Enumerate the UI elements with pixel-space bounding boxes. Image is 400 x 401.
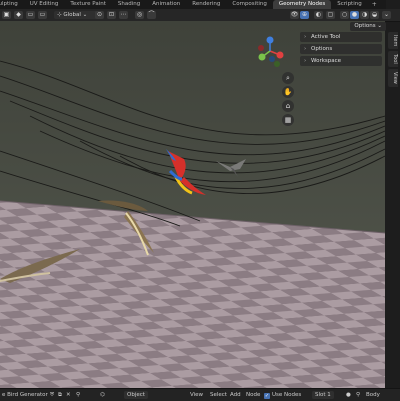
chevron-right-icon: ›	[304, 46, 307, 52]
options-label: Options	[354, 23, 376, 29]
shading-solid-icon[interactable]: ●	[350, 11, 359, 19]
copy-icon[interactable]: ⧉	[58, 391, 62, 399]
box-extend-icon[interactable]: ▭	[38, 11, 47, 19]
workspace-tab-texture-paint[interactable]: Texture Paint	[64, 0, 112, 9]
zoom-icon[interactable]: ⌕	[282, 72, 294, 84]
panel-options[interactable]: › Options	[300, 44, 382, 54]
options-dropdown[interactable]: Options ⌄	[350, 22, 386, 31]
3d-viewport[interactable]: ⌕ ✋ ⌂ ▦	[0, 21, 385, 388]
shading-rendered-icon[interactable]: ◒	[370, 11, 379, 19]
grid-view-icon[interactable]: ▦	[282, 114, 294, 126]
xray-icon[interactable]: ▢	[326, 11, 335, 19]
object-mode-dropdown[interactable]: Object	[124, 391, 148, 399]
workspace-tab-scripting[interactable]: Scripting	[331, 0, 367, 9]
checkmark-icon: ✓	[264, 393, 270, 399]
use-nodes-checkbox[interactable]: ✓ Use Nodes	[264, 391, 301, 399]
pin-icon[interactable]: ⚲	[356, 391, 360, 399]
orientation-label: Global	[63, 12, 81, 18]
checker-floor	[0, 201, 385, 388]
pan-hand-icon[interactable]: ✋	[282, 86, 294, 98]
add-workspace-button[interactable]: +	[368, 1, 381, 8]
box-select-icon[interactable]: ▭	[26, 11, 35, 19]
falloff-icon[interactable]: ⌒	[147, 11, 156, 19]
overlay-icon[interactable]: ◐	[314, 11, 323, 19]
workspace-tab-rendering[interactable]: Rendering	[186, 0, 226, 9]
sidebar-tab-item[interactable]: Item	[388, 32, 398, 50]
workspace-tab-geometry-nodes[interactable]: Geometry Nodes	[272, 0, 332, 9]
menu-add[interactable]: Add	[230, 391, 241, 399]
chevron-down-icon: ⌄	[82, 12, 88, 18]
sidebar-tab-view[interactable]: View	[388, 69, 398, 87]
panel-workspace[interactable]: › Workspace	[300, 56, 382, 66]
camera-icon[interactable]: ⌂	[282, 100, 294, 112]
workspace-tab-shading[interactable]: Shading	[112, 0, 146, 9]
menu-view[interactable]: View	[190, 391, 203, 399]
chevron-right-icon: ›	[304, 34, 307, 40]
chevron-down-icon: ⌄	[377, 23, 382, 29]
pin-icon[interactable]: ⚲	[76, 391, 80, 399]
node-editor-header: e Bird Generator ⛨ ⧉ ✕ ⚲ ⌬ Object View S…	[0, 388, 400, 401]
slot-label: Slot 1	[315, 392, 331, 398]
select-mode-icon[interactable]: ◆	[14, 11, 23, 19]
body-material-label[interactable]: Body	[366, 391, 380, 399]
shield-icon[interactable]: ⛨	[50, 391, 54, 399]
workspace-tab-sculpting[interactable]: Sculpting	[0, 0, 24, 9]
workspace-tab-uv-editing[interactable]: UV Editing	[24, 0, 65, 9]
use-nodes-label: Use Nodes	[272, 392, 302, 398]
chevron-right-icon: ›	[304, 58, 307, 64]
editor-type-icon[interactable]: ⌬	[100, 391, 105, 399]
snap-target-icon[interactable]: ⋯	[119, 11, 128, 19]
menu-node[interactable]: Node	[246, 391, 260, 399]
gizmo-toggle-icon[interactable]: ⊕	[300, 11, 309, 19]
sidebar-tabs: Item Tool View	[388, 32, 400, 89]
snap-icon[interactable]: ⊡	[107, 11, 116, 19]
slot-dropdown[interactable]: Slot 1	[312, 391, 334, 399]
close-icon[interactable]: ✕	[66, 391, 71, 399]
panel-label: Options	[311, 46, 333, 52]
proportional-edit-icon[interactable]: ◎	[135, 11, 144, 19]
workspace-tabs-bar: SculptingUV EditingTexture PaintShadingA…	[0, 0, 386, 9]
shading-options-icon[interactable]: ⌄	[382, 11, 391, 19]
pivot-icon[interactable]: ⊙	[95, 11, 104, 19]
shading-wire-icon[interactable]: ○	[340, 11, 349, 19]
workspace-tab-compositing[interactable]: Compositing	[226, 0, 272, 9]
panel-active-tool[interactable]: › Active Tool	[300, 32, 382, 42]
orientation-dropdown[interactable]: ⊹ Global ⌄	[54, 11, 98, 19]
sidebar-panel: › Active Tool › Options › Workspace	[300, 32, 382, 68]
menu-select[interactable]: Select	[210, 391, 227, 399]
workspace-tab-animation[interactable]: Animation	[146, 0, 186, 9]
editor-type-icon[interactable]: ▣	[2, 11, 11, 19]
scene-canvas	[0, 21, 385, 388]
sidebar-tab-tool[interactable]: Tool	[388, 51, 398, 68]
panel-label: Workspace	[311, 58, 342, 64]
orientation-icon: ⊹	[57, 12, 62, 18]
shading-material-icon[interactable]: ◑	[360, 11, 369, 19]
panel-label: Active Tool	[311, 34, 341, 40]
material-sphere-icon: ●	[346, 392, 351, 398]
modifier-name[interactable]: e Bird Generator	[2, 391, 48, 399]
visibility-icon[interactable]: 👁	[290, 11, 299, 19]
object-label: Object	[127, 392, 145, 398]
